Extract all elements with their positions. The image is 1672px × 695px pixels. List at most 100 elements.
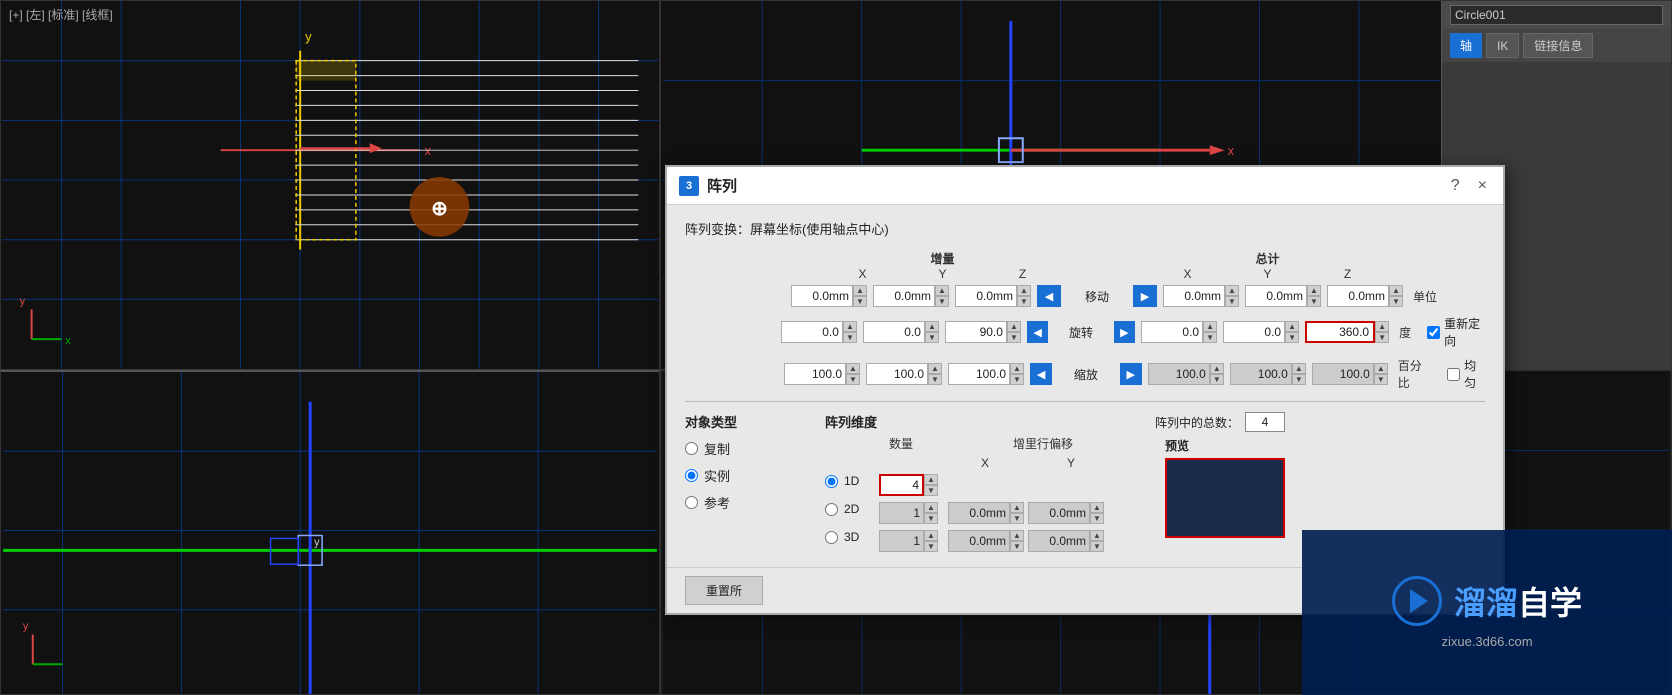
2dx-down[interactable]: ▼ xyxy=(1010,513,1024,524)
stot-y-down[interactable]: ▼ xyxy=(1292,374,1306,385)
scale-z-total-input[interactable] xyxy=(1312,363,1374,385)
viewport-bottom-left[interactable]: y y xyxy=(0,370,660,695)
uniform-checkbox[interactable] xyxy=(1447,368,1460,381)
dim-1d-radio[interactable] xyxy=(825,475,838,488)
move-y-up[interactable]: ▲ xyxy=(935,285,949,296)
close-button[interactable]: × xyxy=(1474,177,1491,195)
3dx-up[interactable]: ▲ xyxy=(1010,530,1024,541)
dim-2d-radio-label[interactable]: 2D xyxy=(825,502,875,516)
ik-button[interactable]: IK xyxy=(1486,33,1519,58)
move-z-up[interactable]: ▲ xyxy=(1017,285,1031,296)
scale-y-total-input[interactable] xyxy=(1230,363,1292,385)
rot-x-up[interactable]: ▲ xyxy=(843,321,857,332)
1d-count-up[interactable]: ▲ xyxy=(924,474,938,485)
rtot-z-down[interactable]: ▼ xyxy=(1375,332,1389,343)
move-z-total-input[interactable] xyxy=(1327,285,1389,307)
stot-x-up[interactable]: ▲ xyxy=(1210,363,1224,374)
sx-up[interactable]: ▲ xyxy=(846,363,860,374)
copy-radio[interactable] xyxy=(685,442,698,455)
2dx-up[interactable]: ▲ xyxy=(1010,502,1024,513)
rot-z-up[interactable]: ▲ xyxy=(1007,321,1021,332)
reset-button[interactable]: 重置所 xyxy=(685,576,763,605)
rot-z-down[interactable]: ▼ xyxy=(1007,332,1021,343)
rotate-x-incr-input[interactable] xyxy=(781,321,843,343)
reference-radio[interactable] xyxy=(685,496,698,509)
axis-button[interactable]: 轴 xyxy=(1450,33,1482,58)
rot-y-up[interactable]: ▲ xyxy=(925,321,939,332)
stot-x-down[interactable]: ▼ xyxy=(1210,374,1224,385)
2dy-down[interactable]: ▼ xyxy=(1090,513,1104,524)
reference-radio-label[interactable]: 参考 xyxy=(685,493,805,512)
scale-z-incr-input[interactable] xyxy=(948,363,1010,385)
help-button[interactable]: ? xyxy=(1447,177,1464,195)
viewport-top-left[interactable]: y x xyxy=(0,0,660,370)
dim-1d-radio-label[interactable]: 1D xyxy=(825,474,875,488)
object-name-input[interactable] xyxy=(1450,5,1663,25)
dim-3d-count-input[interactable] xyxy=(879,530,924,552)
rotate-right-arrow[interactable]: ▶ xyxy=(1114,321,1135,343)
sz-down[interactable]: ▼ xyxy=(1010,374,1024,385)
scale-left-arrow[interactable]: ◀ xyxy=(1030,363,1052,385)
instance-radio-label[interactable]: 实例 xyxy=(685,466,805,485)
rtot-x-up[interactable]: ▲ xyxy=(1203,321,1217,332)
scale-x-total-input[interactable] xyxy=(1148,363,1210,385)
total-y-down[interactable]: ▼ xyxy=(1307,296,1321,307)
move-z-down[interactable]: ▼ xyxy=(1017,296,1031,307)
3d-count-up[interactable]: ▲ xyxy=(924,530,938,541)
move-y-incr-input[interactable] xyxy=(873,285,935,307)
3d-count-down[interactable]: ▼ xyxy=(924,541,938,552)
move-y-total-input[interactable] xyxy=(1245,285,1307,307)
rot-x-down[interactable]: ▼ xyxy=(843,332,857,343)
move-z-incr-input[interactable] xyxy=(955,285,1017,307)
dim-2d-y-input[interactable] xyxy=(1028,502,1090,524)
2dy-up[interactable]: ▲ xyxy=(1090,502,1104,513)
sz-up[interactable]: ▲ xyxy=(1010,363,1024,374)
dialog-titlebar[interactable]: 3 阵列 ? × xyxy=(667,167,1503,205)
scale-x-incr-input[interactable] xyxy=(784,363,846,385)
rotate-left-arrow[interactable]: ◀ xyxy=(1027,321,1048,343)
sy-up[interactable]: ▲ xyxy=(928,363,942,374)
rot-y-down[interactable]: ▼ xyxy=(925,332,939,343)
rotate-y-total-input[interactable] xyxy=(1223,321,1285,343)
move-right-arrow[interactable]: ▶ xyxy=(1133,285,1157,307)
move-y-down[interactable]: ▼ xyxy=(935,296,949,307)
rtot-y-up[interactable]: ▲ xyxy=(1285,321,1299,332)
total-in-array-input[interactable] xyxy=(1245,412,1285,432)
3dy-down[interactable]: ▼ xyxy=(1090,541,1104,552)
total-x-down[interactable]: ▼ xyxy=(1225,296,1239,307)
copy-radio-label[interactable]: 复制 xyxy=(685,439,805,458)
rtot-y-down[interactable]: ▼ xyxy=(1285,332,1299,343)
stot-y-up[interactable]: ▲ xyxy=(1292,363,1306,374)
rtot-x-down[interactable]: ▼ xyxy=(1203,332,1217,343)
dim-2d-count-input[interactable] xyxy=(879,502,924,524)
reorient-checkbox[interactable] xyxy=(1427,326,1440,339)
sx-down[interactable]: ▼ xyxy=(846,374,860,385)
move-left-arrow[interactable]: ◀ xyxy=(1037,285,1061,307)
total-x-up[interactable]: ▲ xyxy=(1225,285,1239,296)
instance-radio[interactable] xyxy=(685,469,698,482)
link-info-button[interactable]: 链接信息 xyxy=(1523,33,1593,58)
total-z-up[interactable]: ▲ xyxy=(1389,285,1403,296)
dim-3d-radio[interactable] xyxy=(825,531,838,544)
total-z-down[interactable]: ▼ xyxy=(1389,296,1403,307)
scale-y-incr-input[interactable] xyxy=(866,363,928,385)
dim-2d-radio[interactable] xyxy=(825,503,838,516)
rotate-x-total-input[interactable] xyxy=(1141,321,1203,343)
dim-3d-y-input[interactable] xyxy=(1028,530,1090,552)
dim-2d-x-input[interactable] xyxy=(948,502,1010,524)
sy-down[interactable]: ▼ xyxy=(928,374,942,385)
3dy-up[interactable]: ▲ xyxy=(1090,530,1104,541)
2d-count-down[interactable]: ▼ xyxy=(924,513,938,524)
1d-count-down[interactable]: ▼ xyxy=(924,485,938,496)
dim-3d-x-input[interactable] xyxy=(948,530,1010,552)
total-y-up[interactable]: ▲ xyxy=(1307,285,1321,296)
move-x-up[interactable]: ▲ xyxy=(853,285,867,296)
move-x-total-input[interactable] xyxy=(1163,285,1225,307)
scale-right-arrow[interactable]: ▶ xyxy=(1120,363,1142,385)
3dx-down[interactable]: ▼ xyxy=(1010,541,1024,552)
rotate-z-incr-input[interactable] xyxy=(945,321,1007,343)
rtot-z-up[interactable]: ▲ xyxy=(1375,321,1389,332)
dim-3d-radio-label[interactable]: 3D xyxy=(825,530,875,544)
stot-z-up[interactable]: ▲ xyxy=(1374,363,1388,374)
rotate-y-incr-input[interactable] xyxy=(863,321,925,343)
